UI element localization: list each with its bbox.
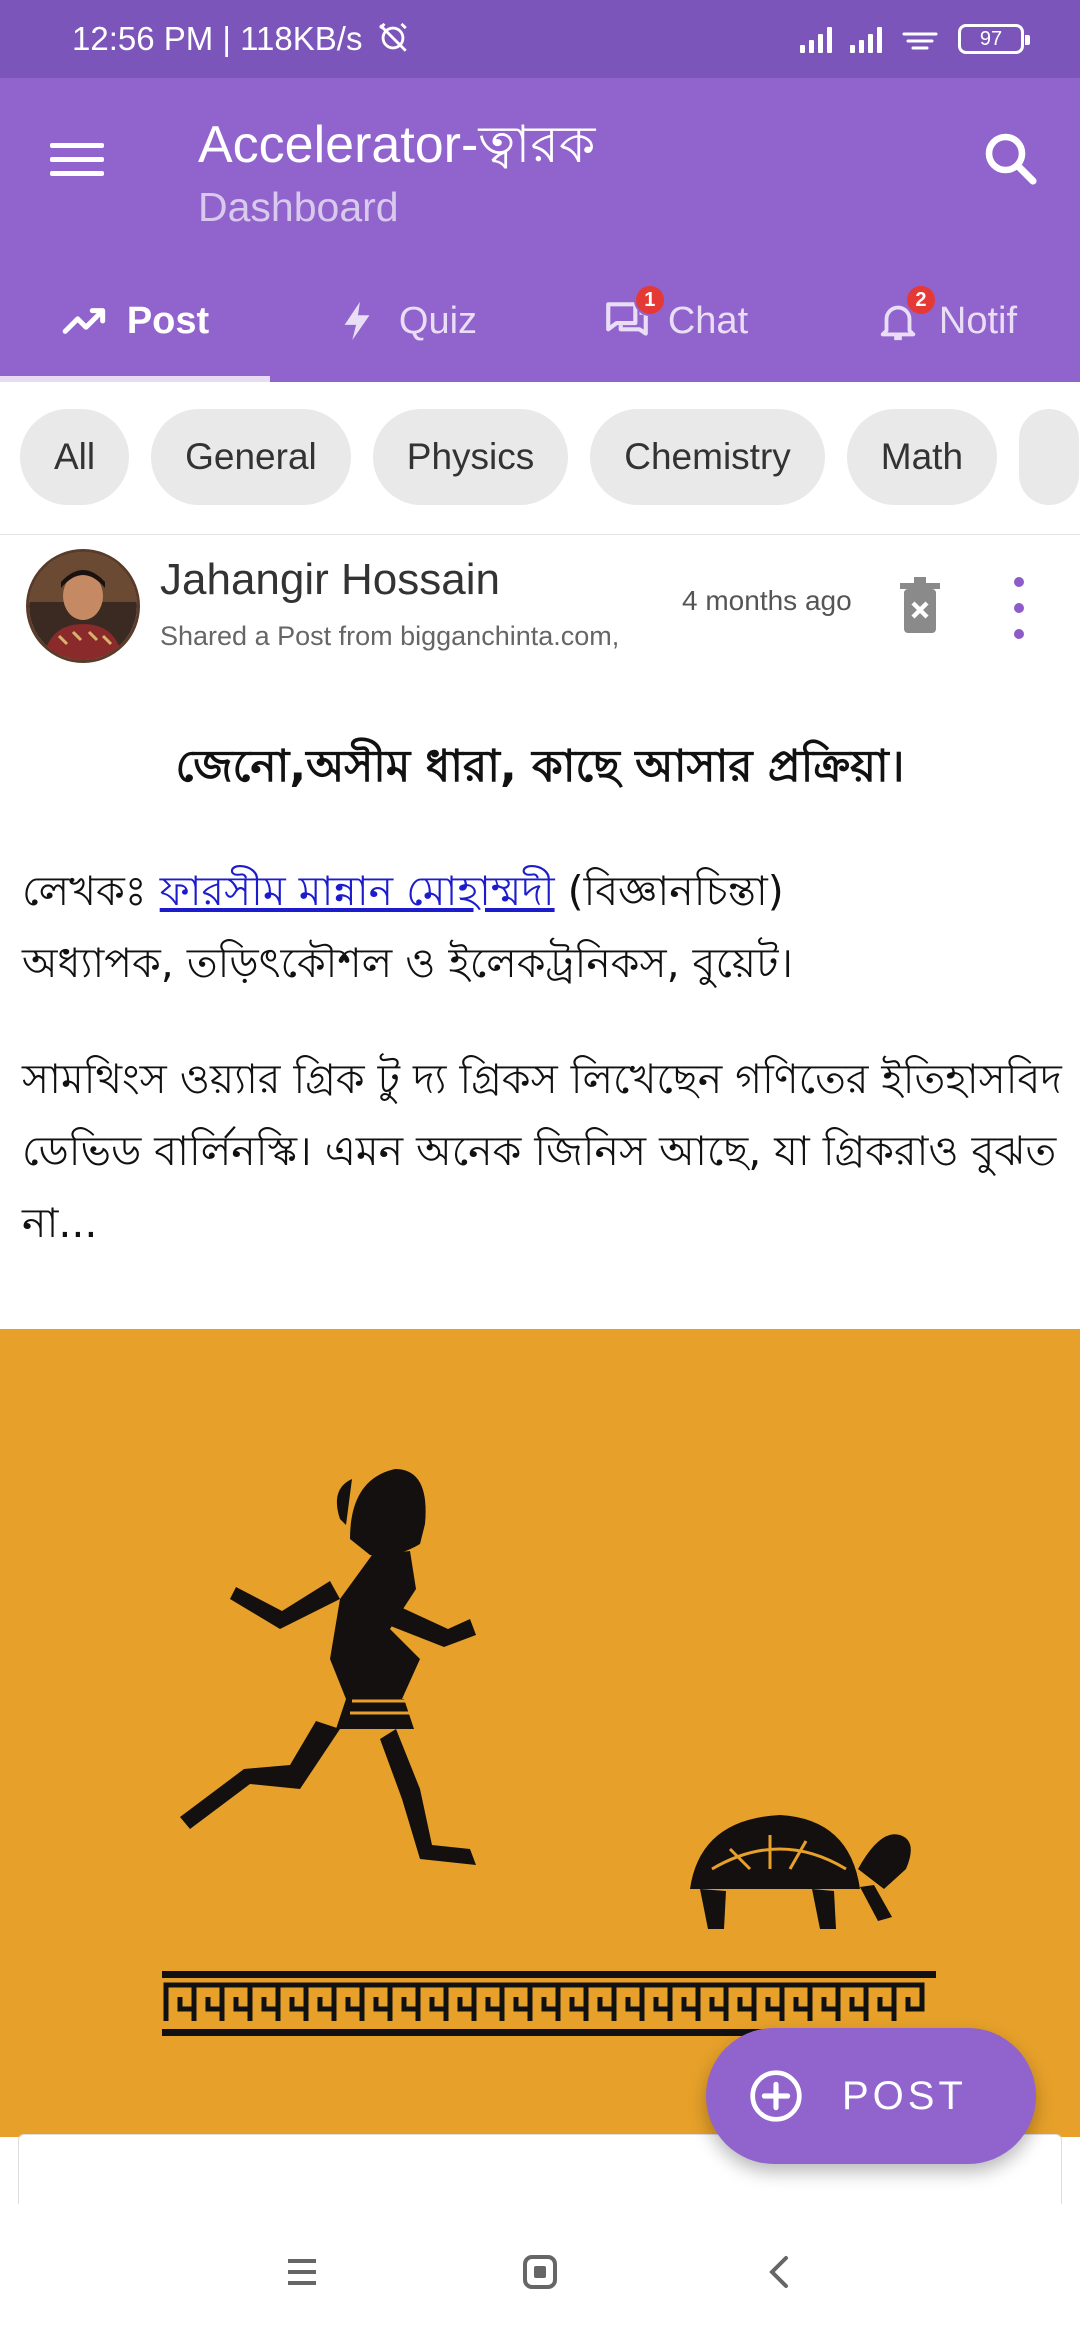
tab-post[interactable]: Post [0, 260, 270, 382]
post-byline: লেখকঃ ফারসীম মান্নান মোহাম্মদী (বিজ্ঞানচ… [22, 855, 1062, 999]
category-chips: All General Physics Chemistry Math [0, 382, 1080, 532]
notif-badge: 2 [904, 284, 937, 316]
tab-notif[interactable]: 2 Notif [810, 260, 1080, 382]
add-circle-icon [750, 2070, 802, 2122]
alarm-off-icon [378, 22, 407, 52]
signal-icon [850, 25, 882, 53]
wifi-icon [902, 32, 938, 50]
back-icon[interactable] [659, 2222, 897, 2322]
tab-label: Post [126, 299, 210, 342]
chip-chemistry[interactable]: Chemistry [590, 409, 825, 505]
bell-icon: 2 [873, 284, 937, 346]
byline-suffix: (বিজ্ঞানচিন্তা) [554, 867, 784, 915]
post-excerpt: সামথিংস ওয়্যার গ্রিক টু দ্য গ্রিকস লিখে… [22, 1055, 1062, 1247]
trending-icon [61, 296, 111, 346]
chip-more[interactable] [1019, 409, 1080, 505]
menu-icon[interactable] [50, 126, 116, 192]
status-time-speed: 12:56 PM | 118KB/s [72, 20, 410, 58]
signal-icon [800, 25, 832, 53]
post-author[interactable]: Jahangir Hossain [160, 555, 500, 605]
delete-icon[interactable] [898, 577, 942, 635]
chip-all[interactable]: All [20, 409, 130, 505]
battery-level: 97 [979, 27, 1003, 50]
chip-general[interactable]: General [151, 409, 351, 505]
tab-label: Notif [938, 299, 1018, 342]
post-card: Jahangir Hossain Shared a Post from bigg… [0, 534, 1080, 2137]
byline-role: অধ্যাপক, তড়িৎকৌশল ও ইলেকট্রনিকস, বুয়েট… [22, 939, 794, 987]
tab-chat[interactable]: 1 Chat [540, 260, 810, 382]
recents-icon[interactable] [183, 2222, 421, 2322]
more-options-icon[interactable] [1008, 577, 1030, 639]
fab-label: POST [842, 2073, 967, 2118]
system-nav-bar [0, 2204, 1080, 2340]
home-icon[interactable] [421, 2222, 659, 2322]
byline-prefix: লেখকঃ [22, 867, 160, 915]
post-shared-from: Shared a Post from bigganchinta.com, [160, 621, 620, 651]
post-title: জেনো,অসীম ধারা, কাছে আসার প্রক্রিয়া। [175, 741, 905, 792]
bolt-icon [333, 296, 383, 346]
post-image[interactable] [0, 1329, 1080, 2137]
app-bar: Accelerator-ত্বারক Dashboard [0, 78, 1080, 260]
app-title: Accelerator-ত্বারক [198, 116, 596, 174]
post-time: 4 months ago [682, 585, 852, 616]
app-subtitle: Dashboard [198, 184, 399, 230]
chip-physics[interactable]: Physics [372, 409, 569, 505]
chip-math[interactable]: Math [846, 409, 998, 505]
battery-icon: 97 [958, 24, 1030, 54]
post-fab-button[interactable]: POST [706, 2028, 1036, 2164]
tab-quiz[interactable]: Quiz [270, 260, 540, 382]
tab-label: Quiz [398, 299, 478, 342]
tab-bar: Post Quiz 1 Chat 2 Notif [0, 260, 1080, 382]
byline-author-link[interactable]: ফারসীম মান্নান মোহাম্মদী [160, 867, 555, 915]
search-icon[interactable] [978, 126, 1044, 192]
tab-label: Chat [667, 299, 749, 342]
status-bar: 12:56 PM | 118KB/s 97 [0, 0, 1080, 78]
avatar[interactable] [26, 549, 140, 663]
chat-badge: 1 [633, 284, 666, 316]
chat-icon: 1 [602, 284, 666, 346]
